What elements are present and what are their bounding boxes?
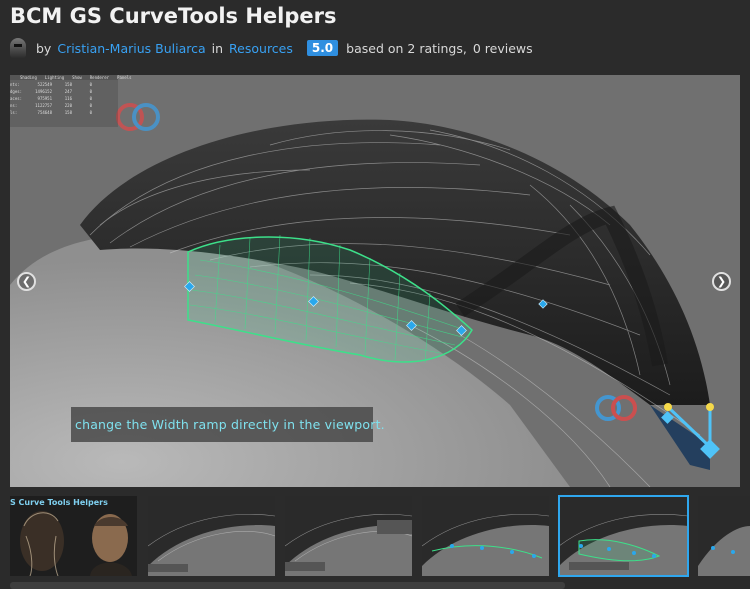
stats-cell: 522549 [37, 82, 52, 87]
stats-cell: 975951 [37, 96, 52, 101]
stats-cell: 0 [89, 89, 92, 94]
stats-rows: nts: 522549 158 0 dges: 1496152 247 0 aces: 97595… [10, 82, 118, 115]
stats-cell: 1496152 [35, 89, 52, 94]
image-viewer[interactable]: Shading Lighting Show Renderer Panels nt… [10, 75, 740, 487]
thumbnail-scrollbar[interactable] [10, 582, 565, 589]
thumbnail[interactable]: S Curve Tools Helpers [10, 496, 137, 576]
thumbnail-image [698, 496, 750, 576]
stats-cell: 158 [64, 82, 72, 87]
stats-row: aces: 975951 116 0 [10, 96, 118, 101]
stats-cell: 1122757 [35, 103, 52, 108]
thumbnail-label: S Curve Tools Helpers [10, 498, 108, 507]
thumbnail-image [10, 496, 137, 576]
stats-row: ns: 1122757 220 0 [10, 103, 118, 108]
prev-slide-button[interactable]: ❮ [17, 272, 36, 291]
stats-header: Renderer [89, 75, 110, 80]
stats-header: Lighting [44, 75, 65, 80]
stats-cell: 220 [64, 103, 72, 108]
reviews-count[interactable]: 0 reviews [473, 41, 533, 56]
stats-cell: 247 [64, 89, 72, 94]
thumbnail-image [559, 496, 688, 576]
chevron-right-icon: ❯ [716, 275, 727, 288]
in-label: in [211, 40, 224, 56]
stats-header: Panels [117, 75, 132, 80]
stats-cell: 0 [89, 96, 92, 101]
by-label: by [36, 40, 52, 56]
thumbnail-strip: S Curve Tools Helpers [0, 495, 750, 577]
stats-cell: ns: [10, 103, 18, 108]
stats-header: Show [72, 75, 82, 80]
slide-caption: change the Width ramp directly in the vi… [71, 407, 385, 442]
stats-header: Shading [20, 75, 37, 80]
thumbnail-image [148, 496, 275, 576]
stats-cell: 116 [64, 96, 72, 101]
byline: by Cristian-Marius Buliarca in Resources… [10, 38, 533, 58]
stats-cell: 754648 [37, 110, 52, 115]
stats-cell: dges: [10, 89, 23, 94]
category-link[interactable]: Resources [229, 41, 293, 56]
stats-cell: ls: [10, 110, 18, 115]
stats-row: ls: 754648 158 0 [10, 110, 118, 115]
render-stats: Shading Lighting Show Renderer Panels nt… [10, 75, 131, 127]
next-slide-button[interactable]: ❯ [712, 272, 731, 291]
thumbnail-image [285, 496, 412, 576]
stats-cell: nts: [10, 82, 20, 87]
stats-row: nts: 522549 158 0 [10, 82, 118, 87]
thumbnail[interactable] [285, 496, 412, 576]
rating-text: based on 2 ratings, [346, 40, 467, 56]
stats-cell: 0 [89, 82, 92, 87]
author-link[interactable]: Cristian-Marius Buliarca [57, 41, 205, 56]
stats-cell: 0 [89, 103, 92, 108]
stats-cell: aces: [10, 96, 23, 101]
thumbnail-image [422, 496, 549, 576]
author-avatar[interactable] [10, 38, 26, 58]
thumbnail-active[interactable] [558, 495, 689, 577]
chevron-left-icon: ❮ [21, 275, 32, 288]
thumbnail[interactable] [698, 496, 750, 576]
stats-row: dges: 1496152 247 0 [10, 89, 118, 94]
thumbnail[interactable] [148, 496, 275, 576]
stats-cell: 0 [89, 110, 92, 115]
page-title: BCM GS CurveTools Helpers [10, 4, 337, 28]
rating-badge: 5.0 [306, 40, 339, 56]
stats-cell: 158 [64, 110, 72, 115]
thumbnail[interactable] [422, 496, 549, 576]
